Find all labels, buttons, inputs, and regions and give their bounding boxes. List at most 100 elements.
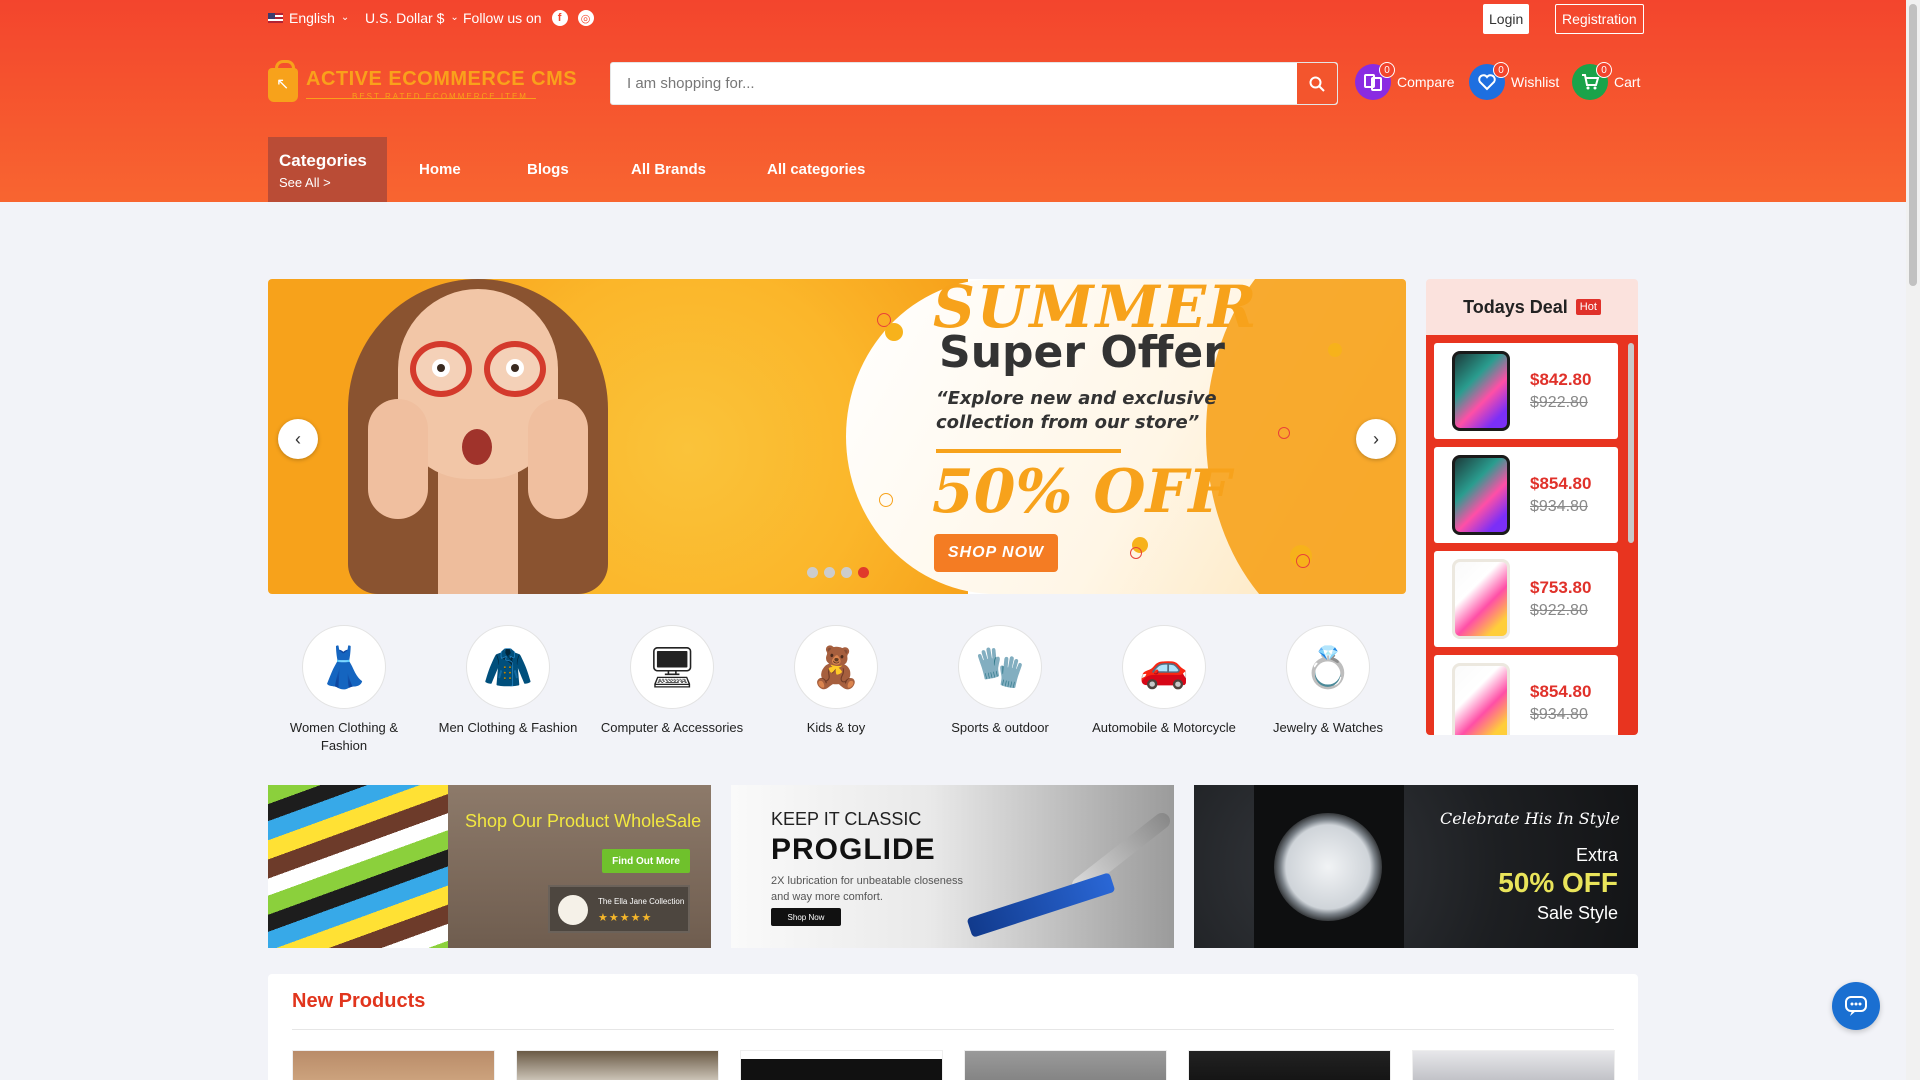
banner-watch[interactable]: Celebrate His In Style Extra 50% OFF Sal… <box>1194 785 1638 948</box>
deal-card[interactable]: $854.80 $934.80 <box>1434 447 1618 543</box>
shop-now-small-button[interactable]: Shop Now <box>771 908 841 926</box>
banner-proglide-kicker: KEEP IT CLASSIC <box>771 809 922 829</box>
razor-image <box>966 872 1116 938</box>
us-flag-icon <box>268 13 283 23</box>
cart-count: 0 <box>1596 62 1612 78</box>
deal-prices: $854.80 $934.80 <box>1530 474 1591 516</box>
pc-case-icon: 🖥 <box>630 625 714 709</box>
logo-tagline: BEST RATED ECOMMERCE ITEM <box>352 92 528 101</box>
glove-icon: 🧤 <box>958 625 1042 709</box>
nav-blogs[interactable]: Blogs <box>527 161 569 178</box>
deal-card[interactable]: $854.80 $934.80 <box>1434 655 1618 735</box>
deal-card[interactable]: $842.80 $922.80 <box>1434 343 1618 439</box>
site-logo[interactable]: ACTIVE ECOMMERCE CMS BEST RATED ECOMMERC… <box>268 60 578 106</box>
banner-watch-discount: 50% OFF <box>1498 867 1618 898</box>
search-input[interactable] <box>611 63 1299 104</box>
language-selector[interactable]: English ⌄ <box>268 10 349 26</box>
banner-proglide[interactable]: KEEP IT CLASSIC PROGLIDE 2X lubrication … <box>731 785 1174 948</box>
banner-watch-extra: Extra <box>1575 845 1618 865</box>
nav-all-brands[interactable]: All Brands <box>631 161 706 178</box>
chevron-down-icon: ⌄ <box>340 12 350 23</box>
deal-old-price: $922.80 <box>1530 602 1588 619</box>
facebook-icon[interactable]: f <box>551 10 568 26</box>
compare-icon: 0 <box>1355 62 1395 100</box>
product-card[interactable] <box>516 1050 719 1080</box>
ring-icon: 💍 <box>1286 625 1370 709</box>
category-item[interactable]: 🧤 Sports & outdoor <box>925 625 1075 737</box>
deal-old-price: $934.80 <box>1530 706 1588 723</box>
wishlist-link[interactable]: 0 Wishlist <box>1469 62 1560 100</box>
chat-button[interactable] <box>1832 982 1880 1030</box>
new-products-section: New Products <box>268 974 1638 1080</box>
deal-scrollbar[interactable] <box>1628 343 1634 543</box>
scrollbar-thumb[interactable] <box>1909 4 1917 286</box>
category-item[interactable]: 🧸 Kids & toy <box>761 625 911 737</box>
search-button[interactable] <box>1297 63 1337 104</box>
product-card[interactable] <box>1412 1050 1615 1080</box>
category-item[interactable]: 🖥 Computer & Accessories <box>597 625 747 737</box>
section-divider <box>292 1029 1614 1030</box>
compare-count: 0 <box>1379 62 1395 78</box>
instagram-icon[interactable]: ◎ <box>577 10 594 26</box>
slider-dot[interactable] <box>807 567 818 578</box>
slide-quote: “Explore new and exclusive collection fr… <box>936 387 1217 435</box>
product-card[interactable] <box>1188 1050 1391 1080</box>
category-item[interactable]: 💍 Jewelry & Watches <box>1253 625 1403 737</box>
todays-deal-header: Todays Deal Hot <box>1426 279 1638 335</box>
slide-quote-line1: “Explore new and exclusive <box>936 388 1217 409</box>
category-label: Jewelry & Watches <box>1272 720 1384 735</box>
chevron-down-icon: ⌄ <box>450 12 459 23</box>
slide-discount: 50% OFF <box>932 457 1231 527</box>
login-button[interactable]: Login <box>1483 4 1530 34</box>
shop-now-button[interactable]: SHOP NOW <box>934 534 1058 572</box>
slider-dot[interactable] <box>841 567 852 578</box>
slider-dot[interactable] <box>858 567 869 578</box>
deal-price: $854.80 <box>1530 474 1592 493</box>
jacket-icon: 🧥 <box>466 625 550 709</box>
find-out-more-button[interactable]: Find Out More <box>602 849 690 873</box>
currency-selector[interactable]: U.S. Dollar $ ⌄ <box>365 10 459 26</box>
deal-price: $854.80 <box>1530 682 1592 701</box>
language-label: English <box>289 10 335 26</box>
top-bar: English ⌄ U.S. Dollar $ ⌄ Follow us on f… <box>268 0 1644 36</box>
product-card[interactable] <box>964 1050 1167 1080</box>
banner-watch-kicker: Celebrate His In Style <box>1440 809 1620 828</box>
categories-title: Categories <box>279 151 367 170</box>
deal-card[interactable]: $753.80 $922.80 <box>1434 551 1618 647</box>
category-item[interactable]: 🚗 Automobile & Motorcycle <box>1089 625 1239 737</box>
wishlist-count: 0 <box>1493 62 1509 78</box>
follow-label: Follow us on <box>463 10 542 26</box>
registration-button[interactable]: Registration <box>1555 4 1644 34</box>
hero-slider[interactable]: SUMMER Super Offer “Explore new and excl… <box>268 279 1406 594</box>
rating-stars: ★★★★★ <box>598 912 653 924</box>
product-card[interactable] <box>292 1050 495 1080</box>
product-card[interactable] <box>740 1050 943 1080</box>
dress-icon: 👗 <box>302 625 386 709</box>
wishlist-label: Wishlist <box>1511 74 1560 90</box>
banner-wholesale[interactable]: Shop Our Product WholeSale Find Out More… <box>268 785 711 948</box>
slider-dot[interactable] <box>824 567 835 578</box>
categories-see-all[interactable]: See All > <box>279 175 387 190</box>
nav-all-categories[interactable]: All categories <box>767 161 865 178</box>
page-scrollbar[interactable] <box>1906 0 1920 1080</box>
category-item[interactable]: 👗 Women Clothing & Fashion <box>269 625 419 755</box>
banner-wholesale-title: Shop Our Product WholeSale <box>465 811 702 831</box>
follow-us: Follow us on f ◎ <box>463 10 594 26</box>
compare-label: Compare <box>1397 74 1455 90</box>
slider-next-button[interactable]: › <box>1356 419 1396 459</box>
categories-menu[interactable]: Categories See All > <box>268 137 387 202</box>
category-item[interactable]: 🧥 Men Clothing & Fashion <box>433 625 583 737</box>
logo-name: ACTIVE ECOMMERCE CMS <box>306 68 578 90</box>
compare-link[interactable]: 0 Compare <box>1355 62 1455 100</box>
shopping-bag-logo-icon <box>268 60 298 102</box>
cart-link[interactable]: 0 Cart <box>1572 62 1640 100</box>
slide-subtitle: Super Offer <box>939 327 1225 378</box>
new-products-title: New Products <box>292 990 426 1012</box>
slide-quote-line2: collection from our store” <box>936 412 1200 433</box>
slider-prev-button[interactable]: ‹ <box>278 419 318 459</box>
phone-product-image <box>1452 351 1510 431</box>
todays-deal-list: $842.80 $922.80 $854.80 $934.80 $753.80 $922.… <box>1426 335 1638 735</box>
phone-product-image <box>1452 663 1510 735</box>
banner-watch-sale: Sale Style <box>1536 903 1618 923</box>
nav-home[interactable]: Home <box>419 161 461 178</box>
